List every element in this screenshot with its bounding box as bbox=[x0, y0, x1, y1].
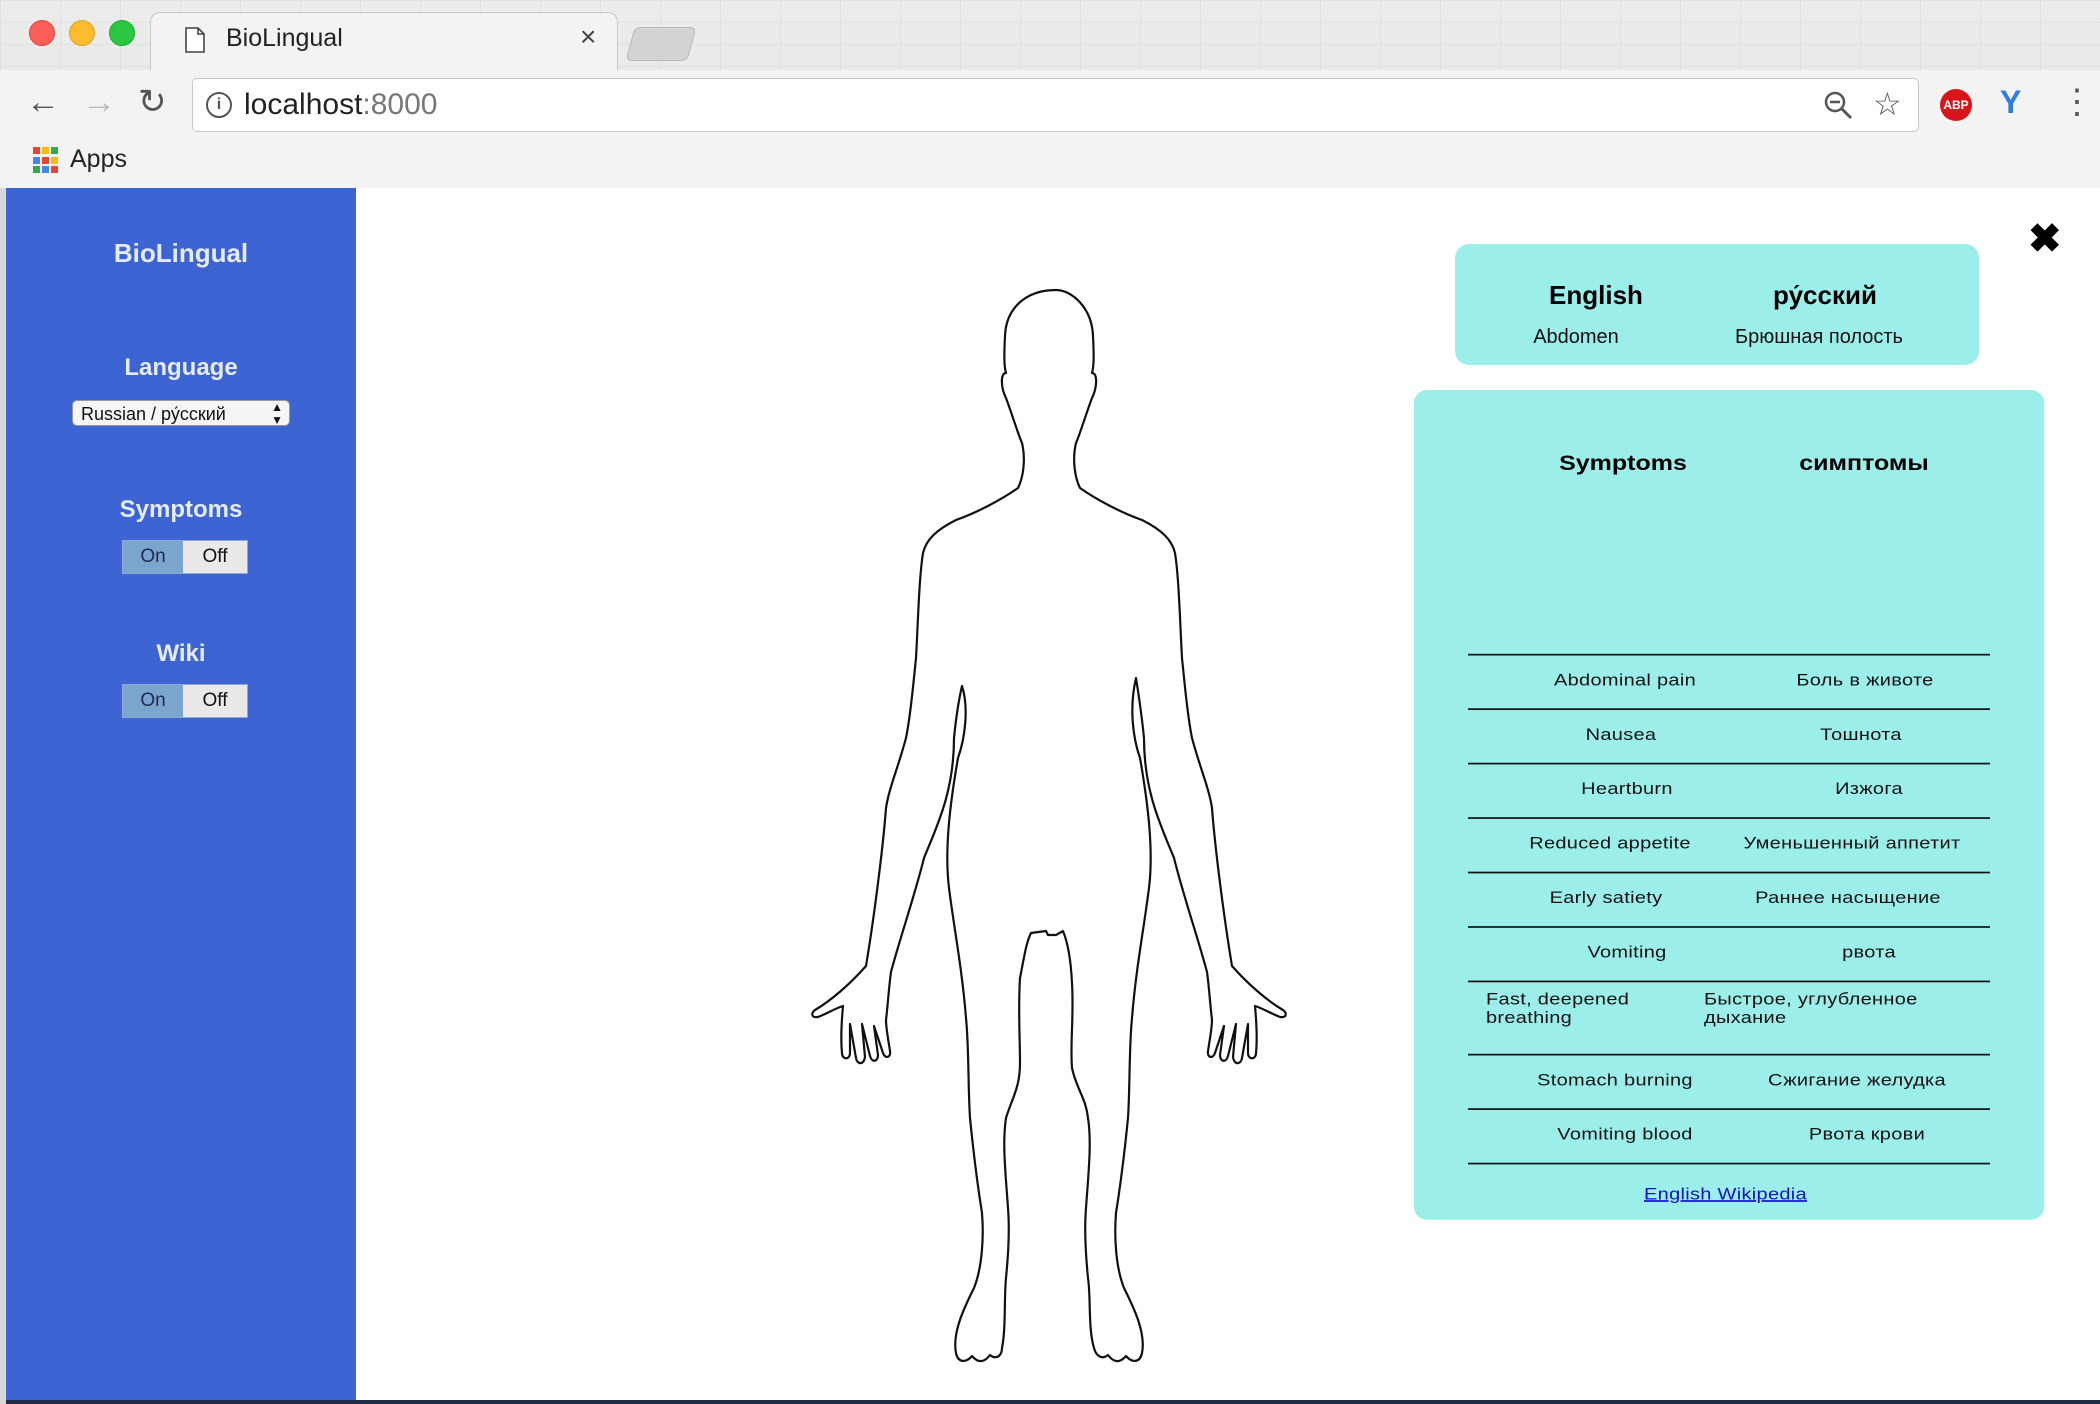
row-divider bbox=[1468, 708, 1990, 710]
row-divider bbox=[1468, 1108, 1990, 1110]
extension-y-icon[interactable]: Y bbox=[2000, 84, 2021, 121]
symptoms-toggle[interactable]: On Off bbox=[122, 540, 248, 574]
symptoms-russian-header: симптомы bbox=[1799, 451, 1929, 476]
symptom-en: Reduced appetite bbox=[1529, 834, 1691, 853]
forward-icon[interactable]: → bbox=[82, 82, 116, 122]
symptom-en: Vomiting blood bbox=[1557, 1125, 1693, 1144]
symptom-en: Heartburn bbox=[1581, 779, 1673, 799]
symptom-ru: Рвота крови bbox=[1808, 1125, 1926, 1144]
symptom-en: Nausea bbox=[1585, 725, 1657, 745]
reload-icon[interactable]: ↻ bbox=[138, 82, 167, 122]
symptoms-toggle-on[interactable]: On bbox=[123, 541, 183, 573]
row-divider bbox=[1468, 980, 1990, 983]
wiki-toggle-on[interactable]: On bbox=[123, 685, 183, 717]
info-icon[interactable]: i bbox=[206, 92, 232, 118]
term-english-value: Abdomen bbox=[1533, 326, 1619, 348]
wiki-toggle-off[interactable]: Off bbox=[183, 685, 247, 717]
row-divider bbox=[1468, 1053, 1990, 1056]
symptom-ru: Быстрое, углубленное дыхание bbox=[1704, 989, 1918, 1028]
symptom-ru: Тошнота bbox=[1820, 725, 1902, 745]
bookmarks-bar bbox=[0, 140, 2100, 189]
brand-title[interactable]: BioLingual bbox=[6, 238, 356, 269]
symptom-ru: Сжигание желудка bbox=[1768, 1070, 1946, 1090]
term-russian-value: Брюшная полость bbox=[1735, 326, 1903, 348]
symptom-en: Fast, deepened breathing bbox=[1486, 989, 1630, 1028]
bookmark-star-icon[interactable]: ☆ bbox=[1873, 86, 1902, 122]
term-card: English ру́сский Abdomen Брюшная полость bbox=[1455, 244, 1979, 365]
row-divider bbox=[1468, 926, 1990, 928]
term-russian-header: ру́сский bbox=[1773, 280, 1877, 310]
row-divider bbox=[1468, 1162, 1990, 1165]
apps-bookmark[interactable]: Apps bbox=[70, 145, 127, 174]
row-divider bbox=[1468, 653, 1990, 656]
close-icon[interactable]: ✖ bbox=[2028, 216, 2062, 262]
symptom-en: Vomiting bbox=[1587, 943, 1667, 962]
wiki-heading: Wiki bbox=[156, 640, 206, 667]
symptom-ru: Раннее насыщение bbox=[1755, 888, 1941, 908]
symptoms-heading: Symptoms bbox=[119, 496, 243, 523]
wiki-toggle[interactable]: On Off bbox=[122, 684, 248, 718]
document-icon bbox=[185, 27, 205, 53]
row-divider bbox=[1468, 817, 1990, 819]
menu-kebab-icon[interactable]: ⋮ bbox=[2060, 84, 2094, 120]
symptom-ru: Боль в животе bbox=[1796, 670, 1934, 690]
close-window-button[interactable] bbox=[29, 20, 55, 46]
tab-title: BioLingual bbox=[226, 24, 343, 52]
maximize-window-button[interactable] bbox=[109, 20, 135, 46]
back-icon[interactable]: ← bbox=[26, 82, 60, 122]
sidebar: BioLingual Language Russian / ру́сский ▲… bbox=[6, 188, 356, 1400]
symptoms-toggle-off[interactable]: Off bbox=[183, 541, 247, 573]
symptom-en: Stomach burning bbox=[1537, 1070, 1693, 1090]
tab-close-icon[interactable]: × bbox=[580, 22, 596, 52]
symptom-ru: рвота bbox=[1842, 943, 1896, 962]
minimize-window-button[interactable] bbox=[69, 20, 95, 46]
symptom-ru: Уменьшенный аппетит bbox=[1743, 834, 1961, 853]
zoom-icon[interactable] bbox=[1822, 89, 1854, 121]
symptom-ru: Изжога bbox=[1835, 779, 1903, 799]
row-divider bbox=[1468, 871, 1990, 874]
symptoms-english-header: Symptoms bbox=[1559, 451, 1687, 476]
term-english-header: English bbox=[1549, 280, 1643, 310]
symptoms-card: Symptoms симптомы Abdominal pain Боль в … bbox=[1414, 390, 2044, 1220]
apps-grid-icon[interactable] bbox=[33, 147, 60, 174]
page-content: BioLingual Language Russian / ру́сский ▲… bbox=[6, 188, 2100, 1400]
language-heading: Language bbox=[124, 354, 238, 381]
adblock-icon[interactable]: ABP bbox=[1940, 89, 1972, 121]
address-bar[interactable] bbox=[192, 78, 1919, 132]
body-outline[interactable] bbox=[806, 238, 1306, 1368]
select-arrows-icon: ▲ ▼ bbox=[271, 400, 283, 427]
language-select-value: Russian / ру́сский bbox=[81, 404, 226, 424]
symptom-en: Abdominal pain bbox=[1553, 670, 1697, 690]
new-tab-button[interactable] bbox=[625, 27, 697, 61]
wiki-link[interactable]: English Wikipedia bbox=[1644, 1185, 1807, 1205]
symptom-en: Early satiety bbox=[1549, 888, 1663, 908]
language-select[interactable]: Russian / ру́сский ▲ ▼ bbox=[72, 400, 290, 427]
url-text[interactable]: localhost:8000 bbox=[244, 88, 437, 122]
row-divider bbox=[1468, 762, 1990, 765]
browser-tab[interactable] bbox=[150, 12, 618, 71]
